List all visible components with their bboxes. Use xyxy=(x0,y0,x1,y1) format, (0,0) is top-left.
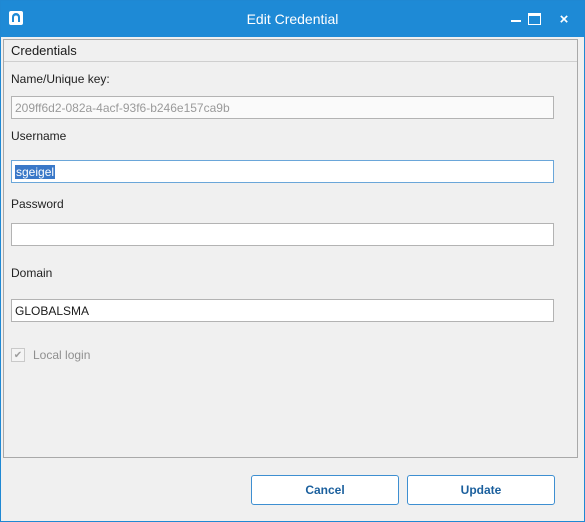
maximize-icon xyxy=(527,13,541,25)
close-button[interactable]: × xyxy=(546,1,582,37)
local-login-checkbox[interactable]: ✔ xyxy=(11,348,25,362)
name-key-label: Name/Unique key: xyxy=(11,72,110,86)
username-field[interactable]: sgeigel xyxy=(11,160,554,183)
title-bar[interactable]: Edit Credential × xyxy=(1,1,584,37)
password-label: Password xyxy=(11,197,64,211)
local-login-option[interactable]: ✔ Local login xyxy=(11,348,90,362)
username-label: Username xyxy=(11,129,67,143)
local-login-label: Local login xyxy=(33,348,91,362)
checkmark-icon: ✔ xyxy=(13,349,23,361)
credentials-panel: Credentials Name/Unique key: Username sg… xyxy=(3,39,578,458)
edit-credential-dialog: Edit Credential × Credentials Name/Uniqu… xyxy=(0,0,585,522)
domain-label: Domain xyxy=(11,266,53,280)
close-icon: × xyxy=(559,10,569,28)
password-field[interactable] xyxy=(11,223,554,246)
name-key-field[interactable] xyxy=(11,96,554,119)
section-title: Credentials xyxy=(11,43,77,58)
cancel-button[interactable]: Cancel xyxy=(251,475,399,505)
domain-field[interactable] xyxy=(11,299,554,322)
update-button[interactable]: Update xyxy=(407,475,555,505)
section-divider xyxy=(4,61,577,62)
username-value: sgeigel xyxy=(15,165,56,179)
window-title: Edit Credential xyxy=(246,11,339,27)
